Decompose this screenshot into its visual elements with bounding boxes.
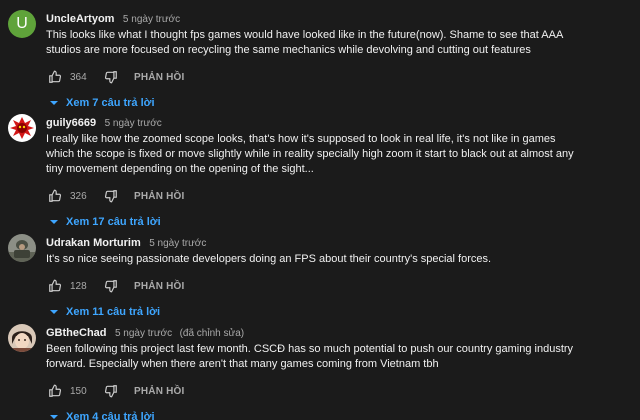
comment-time[interactable]: 5 ngày trước bbox=[105, 118, 162, 129]
red-creature-avatar-icon bbox=[8, 114, 36, 142]
thumbs-up-icon bbox=[49, 70, 62, 83]
comment-header: guily6669 5 ngày trước bbox=[46, 114, 636, 130]
view-replies-label: Xem 17 câu trả lời bbox=[66, 216, 161, 228]
dislike-button[interactable] bbox=[100, 185, 122, 207]
view-replies-label: Xem 7 câu trả lời bbox=[66, 97, 155, 109]
chevron-down-icon bbox=[50, 101, 58, 105]
reply-button[interactable]: PHẢN HỒI bbox=[134, 386, 185, 397]
comment-time[interactable]: 5 ngày trước bbox=[149, 238, 206, 249]
soldier-avatar-icon bbox=[8, 234, 36, 262]
avatar[interactable] bbox=[8, 114, 36, 142]
dislike-button[interactable] bbox=[100, 380, 122, 402]
comment-text: Been following this project last few mon… bbox=[46, 343, 574, 370]
comment-text: This looks like what I thought fps games… bbox=[46, 29, 563, 56]
comment-header: Udrakan Morturim 5 ngày trước bbox=[46, 234, 636, 250]
thumbs-up-icon bbox=[49, 279, 62, 292]
comment-author[interactable]: guily6669 bbox=[46, 117, 96, 129]
view-replies-label: Xem 4 câu trả lời bbox=[66, 411, 155, 420]
like-button[interactable] bbox=[44, 380, 66, 402]
comment-author[interactable]: Udrakan Morturim bbox=[46, 237, 141, 249]
comments-section: U UncleArtyom 5 ngày trước This looks li… bbox=[0, 0, 640, 420]
chevron-down-icon bbox=[50, 310, 58, 314]
view-replies-button[interactable]: Xem 7 câu trả lời bbox=[46, 94, 636, 112]
comment-header: UncleArtyom 5 ngày trước bbox=[46, 10, 636, 26]
thumbs-down-icon bbox=[104, 280, 117, 293]
thumbs-up-icon bbox=[49, 189, 62, 202]
edited-label: (đã chỉnh sửa) bbox=[179, 328, 245, 339]
like-count: 326 bbox=[70, 190, 87, 202]
comment-header: GBtheChad 5 ngày trước (đã chỉnh sửa) bbox=[46, 324, 636, 340]
comment-text: I really like how the zoomed scope looks… bbox=[46, 133, 574, 175]
thumbs-up-icon bbox=[49, 384, 62, 397]
comment-actions: 128 PHẢN HỒI bbox=[46, 273, 636, 299]
like-button[interactable] bbox=[44, 275, 66, 297]
anime-avatar-icon bbox=[8, 324, 36, 352]
view-replies-button[interactable]: Xem 4 câu trả lời bbox=[46, 408, 636, 420]
chevron-down-icon bbox=[50, 415, 58, 419]
dislike-button[interactable] bbox=[100, 66, 122, 88]
like-count: 364 bbox=[70, 71, 87, 83]
like-count: 150 bbox=[70, 385, 87, 397]
thumbs-down-icon bbox=[104, 190, 117, 203]
comment-actions: 364 PHẢN HỒI bbox=[46, 64, 636, 90]
avatar[interactable] bbox=[8, 234, 36, 262]
like-button[interactable] bbox=[44, 66, 66, 88]
comment-text: It's so nice seeing passionate developer… bbox=[46, 253, 492, 265]
like-button[interactable] bbox=[44, 185, 66, 207]
thumbs-down-icon bbox=[104, 385, 117, 398]
dislike-button[interactable] bbox=[100, 275, 122, 297]
like-count: 128 bbox=[70, 280, 87, 292]
comment-time[interactable]: 5 ngày trước bbox=[123, 14, 180, 25]
reply-button[interactable]: PHẢN HỒI bbox=[134, 191, 185, 202]
comment-actions: 326 PHẢN HỒI bbox=[46, 183, 636, 209]
avatar[interactable]: U bbox=[8, 10, 36, 38]
comment-author[interactable]: UncleArtyom bbox=[46, 13, 114, 25]
chevron-down-icon bbox=[50, 220, 58, 224]
view-replies-label: Xem 11 câu trả lời bbox=[66, 306, 161, 318]
view-replies-button[interactable]: Xem 11 câu trả lời bbox=[46, 303, 636, 321]
view-replies-button[interactable]: Xem 17 câu trả lời bbox=[46, 213, 636, 231]
avatar[interactable] bbox=[8, 324, 36, 352]
reply-button[interactable]: PHẢN HỒI bbox=[134, 281, 185, 292]
comment-time[interactable]: 5 ngày trước bbox=[115, 328, 172, 339]
thumbs-down-icon bbox=[104, 71, 117, 84]
reply-button[interactable]: PHẢN HỒI bbox=[134, 72, 185, 83]
avatar-letter: U bbox=[16, 15, 28, 32]
comment-author[interactable]: GBtheChad bbox=[46, 327, 107, 339]
comment-actions: 150 PHẢN HỒI bbox=[46, 378, 636, 404]
